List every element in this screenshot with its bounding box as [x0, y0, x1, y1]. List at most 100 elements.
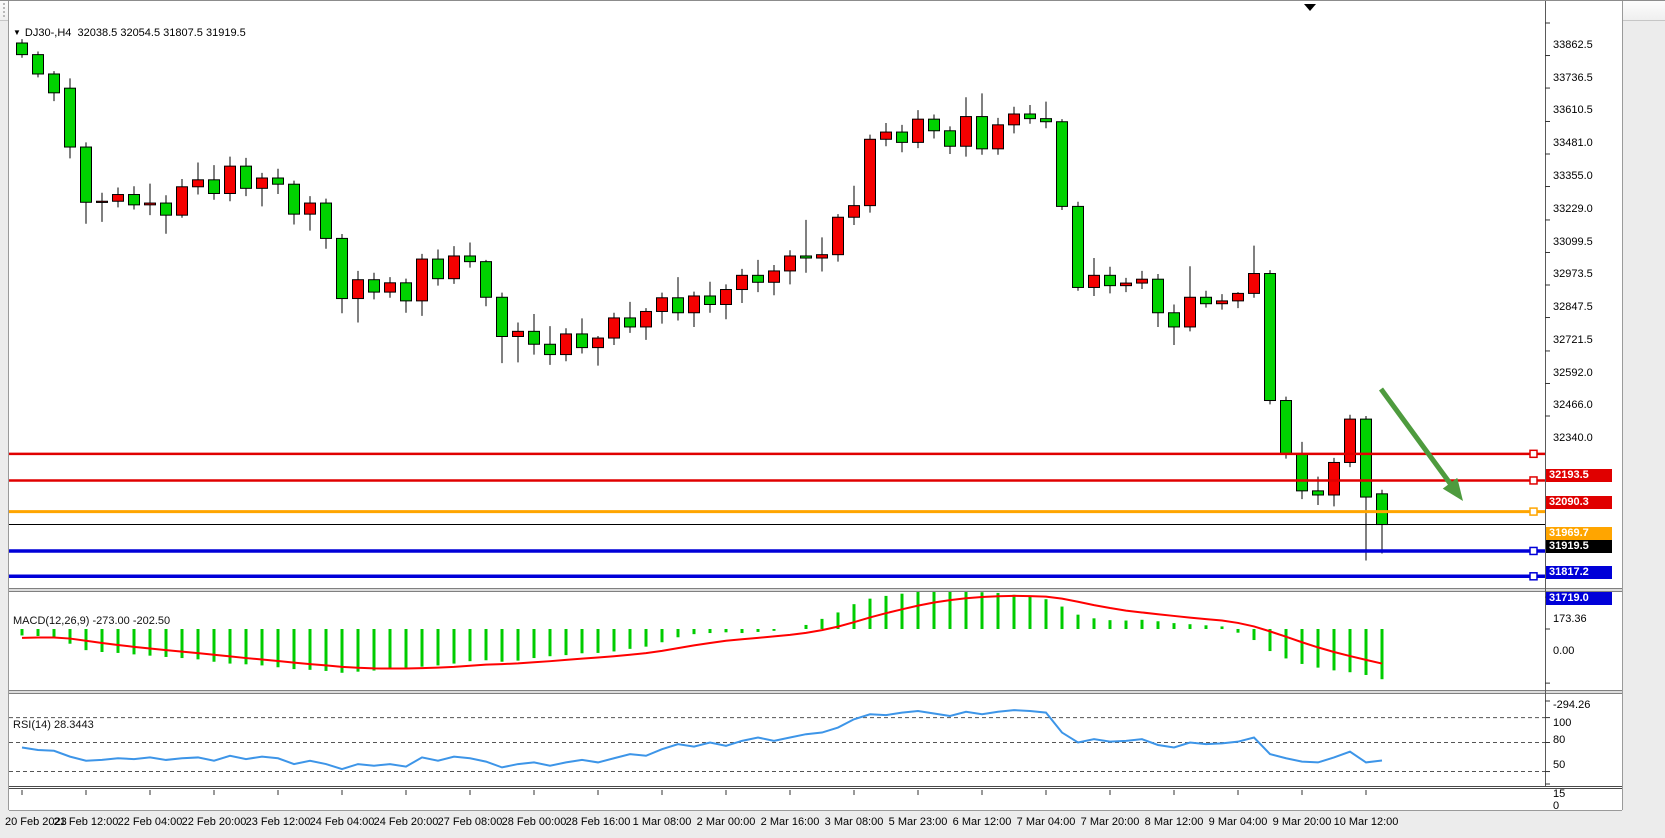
time-axis-label: 23 Feb 12:00	[246, 816, 311, 828]
mt4-window: 新订单 自动交易 ▼ ▼ ▼ E F A T ▼ M1M5M1	[0, 0, 1665, 838]
candle-body	[1377, 494, 1388, 525]
line-handle[interactable]	[1530, 547, 1537, 554]
candle-body	[273, 178, 284, 184]
time-axis-label: 1 Mar 08:00	[633, 816, 692, 828]
candle-body	[449, 256, 460, 279]
candle-body	[433, 259, 444, 279]
line-handle[interactable]	[1530, 450, 1537, 457]
candle-body	[593, 338, 604, 348]
candle-body	[1345, 419, 1356, 462]
candle-body	[561, 334, 572, 355]
candle-body	[1313, 491, 1324, 495]
candle-body	[993, 125, 1004, 149]
candle-body	[817, 255, 828, 258]
candle-body	[609, 318, 620, 338]
candle-body	[385, 283, 396, 292]
candle-body	[1185, 297, 1196, 327]
candle-body	[625, 318, 636, 327]
candle-body	[849, 206, 860, 218]
candle-body	[113, 195, 124, 202]
candle-body	[1041, 119, 1052, 122]
candle-body	[1009, 114, 1020, 125]
candle-body	[785, 256, 796, 271]
candle-body	[929, 119, 940, 131]
candle-body	[705, 296, 716, 305]
candle-body	[337, 238, 348, 298]
candle-body	[465, 256, 476, 262]
line-handle[interactable]	[1530, 477, 1537, 484]
time-axis-label: 2 Mar 00:00	[697, 816, 756, 828]
candle-body	[833, 217, 844, 254]
candle-body	[1137, 279, 1148, 283]
candle-body	[657, 298, 668, 312]
candle-body	[17, 43, 28, 55]
candle-body	[1025, 114, 1036, 119]
candle-body	[977, 117, 988, 149]
time-axis-label: 9 Mar 04:00	[1209, 816, 1268, 828]
candle-body	[1073, 206, 1084, 287]
candle-body	[33, 55, 44, 74]
candle-body	[673, 298, 684, 313]
candle-body	[1217, 301, 1228, 304]
candle-body	[1121, 283, 1132, 286]
candle-body	[417, 259, 428, 301]
time-axis-label: 2 Mar 16:00	[761, 816, 820, 828]
candle-body	[1201, 297, 1212, 303]
time-axis-label: 10 Mar 12:00	[1334, 816, 1399, 828]
candle-body	[529, 331, 540, 344]
time-axis-label: 24 Feb 20:00	[374, 816, 439, 828]
candle-body	[737, 275, 748, 289]
candle-body	[1153, 279, 1164, 313]
candle-body	[193, 180, 204, 187]
candle-body	[1233, 293, 1244, 300]
candle-body	[65, 88, 76, 147]
candle-body	[129, 195, 140, 205]
candle-body	[577, 334, 588, 348]
candle-body	[945, 131, 956, 146]
candle-body	[1105, 275, 1116, 285]
candle-body	[513, 331, 524, 336]
time-axis-label: 27 Feb 08:00	[438, 816, 503, 828]
candle-body	[481, 262, 492, 298]
candle-body	[689, 296, 700, 313]
candle-body	[209, 180, 220, 194]
candle-body	[369, 280, 380, 292]
candle-body	[97, 201, 108, 202]
candle-body	[81, 147, 92, 202]
time-axis-label: 8 Mar 12:00	[1145, 816, 1204, 828]
time-axis-label: 5 Mar 23:00	[889, 816, 948, 828]
candle-body	[289, 184, 300, 214]
time-axis-label: 22 Feb 04:00	[118, 816, 183, 828]
candle-body	[865, 139, 876, 205]
candle-body	[177, 187, 188, 215]
time-axis-label: 7 Mar 04:00	[1017, 816, 1076, 828]
candle-body	[641, 311, 652, 326]
time-axis-label: 28 Feb 16:00	[566, 816, 631, 828]
candle-body	[1057, 122, 1068, 207]
time-axis-label: 6 Mar 12:00	[953, 816, 1012, 828]
time-axis-label: 7 Mar 20:00	[1081, 816, 1140, 828]
candle-body	[1265, 274, 1276, 401]
time-axis-label: 22 Feb 20:00	[182, 816, 247, 828]
time-axis-label: 3 Mar 08:00	[825, 816, 884, 828]
candle-body	[769, 271, 780, 282]
candle-body	[881, 132, 892, 139]
time-axis-label: 9 Mar 20:00	[1273, 816, 1332, 828]
candle-body	[225, 166, 236, 193]
candle-body	[305, 203, 316, 214]
candle-body	[897, 132, 908, 142]
chart-background	[9, 1, 1622, 810]
candle-body	[753, 275, 764, 282]
candle-body	[145, 203, 156, 205]
candle-body	[545, 344, 556, 354]
chart-canvas[interactable]	[0, 0, 1665, 816]
line-handle[interactable]	[1530, 508, 1537, 515]
candle-body	[321, 203, 332, 238]
line-handle[interactable]	[1530, 573, 1537, 580]
candle-body	[161, 203, 172, 215]
candle-body	[497, 297, 508, 336]
candle-body	[721, 290, 732, 305]
candle-body	[1089, 275, 1100, 287]
candle-body	[1249, 274, 1260, 294]
candle-body	[1329, 462, 1340, 495]
